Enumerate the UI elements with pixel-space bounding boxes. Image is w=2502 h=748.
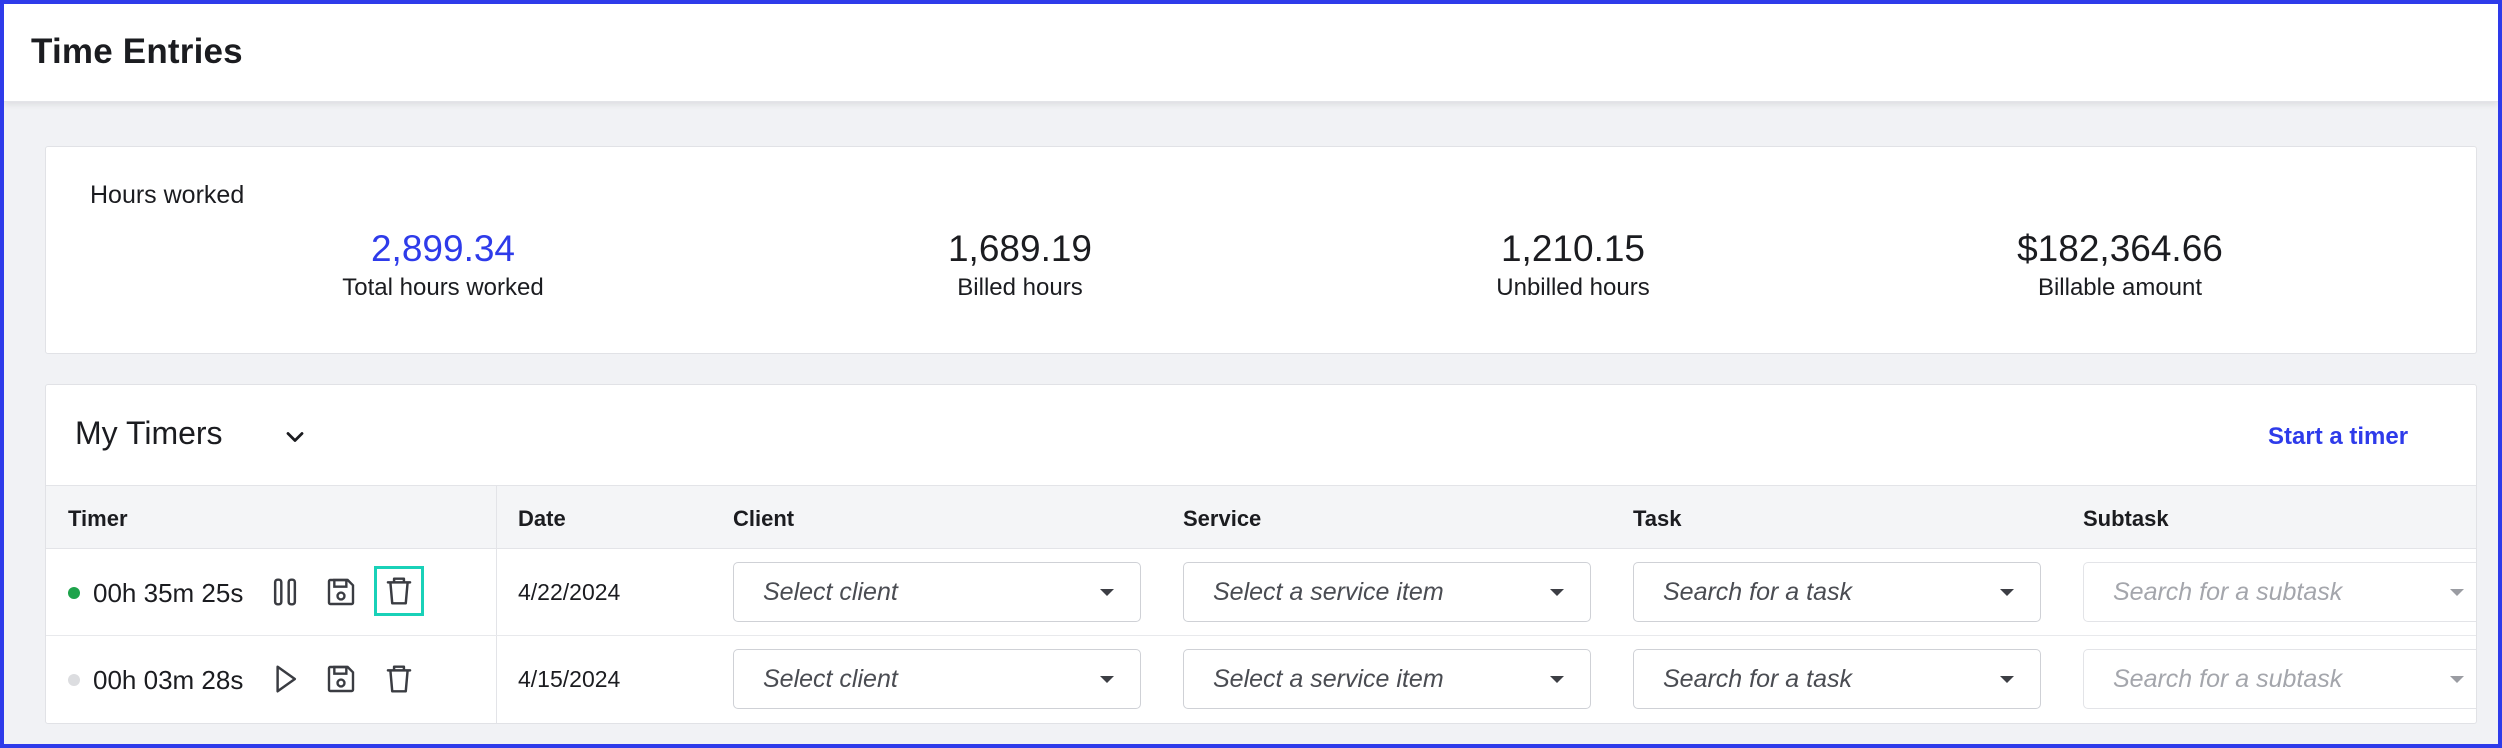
task-select-placeholder: Search for a task <box>1663 578 1852 606</box>
pause-icon <box>273 578 297 606</box>
play-icon <box>276 665 297 693</box>
column-header-task: Task <box>1633 506 1682 531</box>
my-timers-dropdown[interactable]: My Timers <box>75 415 309 452</box>
stat-label: Unbilled hours <box>1496 274 1650 301</box>
column-header-service: Service <box>1183 506 1262 531</box>
caret-down-icon <box>2000 676 2014 683</box>
subtask-select-placeholder: Search for a subtask <box>2113 665 2343 693</box>
subtask-select-placeholder: Search for a subtask <box>2113 578 2343 606</box>
trash-icon <box>386 577 412 605</box>
column-header-client: Client <box>733 506 795 531</box>
stat-value: 1,689.19 <box>947 228 1093 269</box>
service-select-placeholder: Select a service item <box>1213 665 1444 693</box>
stat-label: Billed hours <box>957 274 1083 301</box>
running-status-dot <box>68 587 80 599</box>
trash-icon <box>386 665 412 693</box>
table-row: 00h 03m 28s 4/15/2024 Select client Sele… <box>46 636 2476 723</box>
service-select-placeholder: Select a service item <box>1213 578 1444 606</box>
caret-down-icon <box>2000 589 2014 596</box>
stat-value: 2,899.34 <box>370 228 516 269</box>
hours-worked-card: Hours worked 2,899.34 Total hours worked… <box>45 146 2477 354</box>
save-icon <box>327 578 355 606</box>
task-select-placeholder: Search for a task <box>1663 665 1852 693</box>
stat-label: Billable amount <box>2037 274 2203 301</box>
caret-down-icon <box>1100 676 1114 683</box>
subtask-search-select[interactable]: Search for a subtask <box>2083 562 2476 622</box>
save-button[interactable] <box>321 571 361 613</box>
client-select[interactable]: Select client <box>733 649 1141 709</box>
hours-worked-title: Hours worked <box>90 181 245 209</box>
caret-down-icon <box>1550 676 1564 683</box>
stat-unbilled-hours: 1,210.15 Unbilled hours <box>1383 227 1763 302</box>
entry-date: 4/15/2024 <box>518 666 621 692</box>
caret-down-icon <box>1550 589 1564 596</box>
stat-value: 1,210.15 <box>1500 228 1646 269</box>
paused-status-dot <box>68 674 80 686</box>
timer-elapsed: 00h 03m 28s <box>93 665 244 695</box>
my-timers-card: My Timers Start a timer Timer Date Clien… <box>45 384 2477 724</box>
my-timers-title: My Timers <box>75 415 223 451</box>
save-icon <box>327 665 355 693</box>
pause-button[interactable] <box>265 571 305 613</box>
client-select-placeholder: Select client <box>763 578 898 606</box>
delete-button[interactable] <box>374 566 424 616</box>
client-select[interactable]: Select client <box>733 562 1141 622</box>
client-select-placeholder: Select client <box>763 665 898 693</box>
stat-total-hours: 2,899.34 Total hours worked <box>253 227 633 302</box>
table-row: 00h 35m 25s 4/22/2024 Select client Sele… <box>46 549 2476 636</box>
entry-date: 4/22/2024 <box>518 579 621 605</box>
delete-button[interactable] <box>379 658 419 700</box>
page-header: Time Entries <box>4 4 2498 102</box>
column-header-date: Date <box>518 506 566 531</box>
column-header-subtask: Subtask <box>2083 506 2169 531</box>
page-title: Time Entries <box>31 32 243 71</box>
play-button[interactable] <box>265 658 305 700</box>
table-header: Timer Date Client Service Task Subtask <box>46 485 2476 549</box>
stat-billed-hours: 1,689.19 Billed hours <box>830 227 1210 302</box>
caret-down-icon <box>2450 589 2464 596</box>
column-header-timer: Timer <box>68 506 128 531</box>
timer-elapsed: 00h 35m 25s <box>93 578 244 608</box>
stat-label: Total hours worked <box>342 274 544 301</box>
stat-billable-amount: $182,364.66 Billable amount <box>1930 227 2310 302</box>
chevron-down-icon[interactable] <box>281 423 309 451</box>
service-select[interactable]: Select a service item <box>1183 562 1591 622</box>
caret-down-icon <box>2450 676 2464 683</box>
start-timer-link[interactable]: Start a timer <box>2268 423 2408 451</box>
task-search-select[interactable]: Search for a task <box>1633 562 2041 622</box>
stat-value: $182,364.66 <box>2017 228 2223 269</box>
save-button[interactable] <box>321 658 361 700</box>
task-search-select[interactable]: Search for a task <box>1633 649 2041 709</box>
service-select[interactable]: Select a service item <box>1183 649 1591 709</box>
caret-down-icon <box>1100 589 1114 596</box>
subtask-search-select[interactable]: Search for a subtask <box>2083 649 2476 709</box>
